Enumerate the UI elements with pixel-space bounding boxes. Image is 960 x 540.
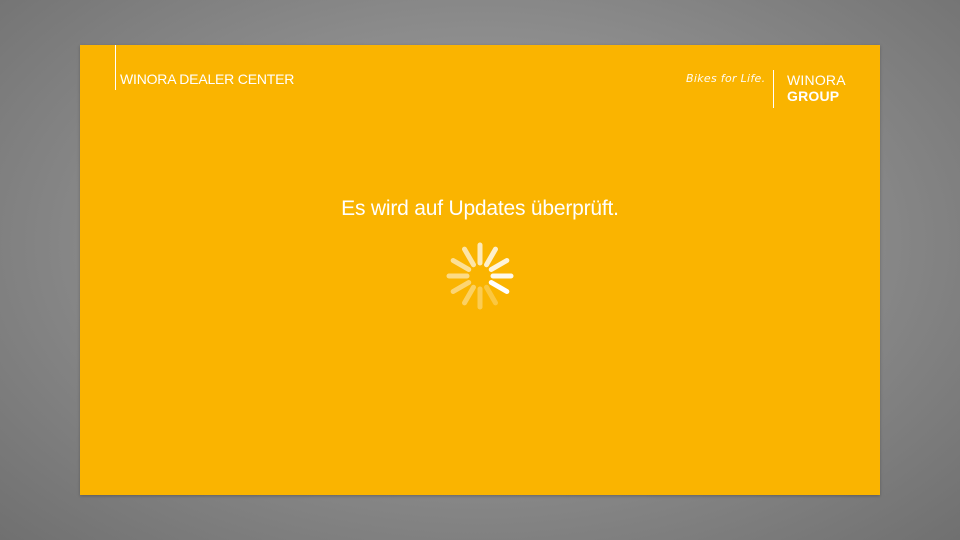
update-status-message: Es wird auf Updates überprüft. — [341, 197, 619, 220]
spinner-spoke — [484, 284, 498, 306]
spinner-spoke — [462, 246, 476, 268]
spinner-spoke — [462, 284, 476, 306]
app-title: WINORA DEALER CENTER — [120, 71, 295, 87]
title-divider — [115, 45, 116, 90]
spinner-spoke — [484, 246, 498, 268]
logo-line-group: GROUP — [787, 88, 840, 104]
logo-divider — [773, 70, 774, 108]
spinner-spoke — [450, 280, 472, 294]
loading-spinner-icon — [446, 242, 514, 310]
spinner-spoke — [488, 258, 510, 272]
spinner-spoke — [450, 258, 472, 272]
logo-line-winora: WINORA — [787, 72, 846, 88]
spinner-spoke — [488, 280, 510, 294]
brand-tagline: Bikes for Life. — [686, 72, 766, 85]
winora-group-logo: WINORA GROUP — [787, 72, 846, 104]
dealer-center-window: WINORA DEALER CENTER Bikes for Life. WIN… — [80, 45, 880, 495]
